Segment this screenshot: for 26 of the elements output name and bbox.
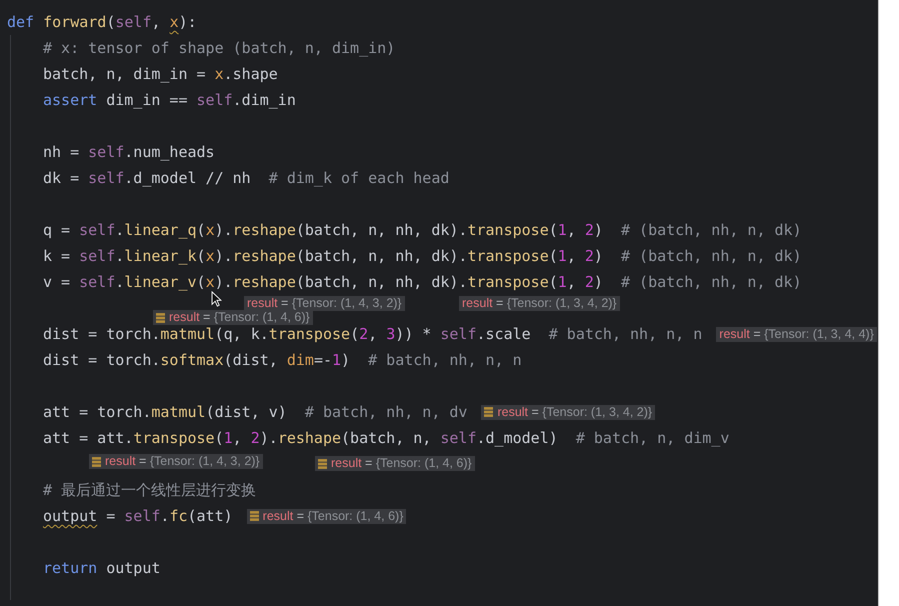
hint-text: result = {Tensor: (1, 4, 3, 2)} (247, 296, 402, 311)
code-editor[interactable] (0, 0, 878, 606)
hint-text: result = {Tensor: (1, 3, 4, 4)} (719, 326, 874, 342)
code-line: output = self.fc(att) (43, 507, 233, 525)
code-line: nh = self.num_heads (43, 143, 215, 161)
hint-text: result = {Tensor: (1, 4, 6)} (169, 310, 310, 325)
code-line: dist = torch.softmax(dist, dim=-1) # batch, nh, n, n (43, 351, 522, 369)
mouse-pointer-icon (211, 291, 222, 307)
hint-text: result = {Tensor: (1, 3, 4, 2)} (497, 404, 652, 420)
code-line: dist = torch.matmul(q, k.transpose(2, 3)) * self.scale # batch, nh, n, n (43, 325, 702, 343)
code-line: dk = self.d_model // nh # dim_k of each head (43, 169, 450, 187)
code-line: # x: tensor of shape (batch, n, dim_in) (43, 39, 396, 57)
code-line: # 最后通过一个线性层进行变换 (43, 481, 256, 499)
code-line: k = self.linear_k(x).reshape(batch, n, nh, dk).transpose(1, 2) # (batch, nh, n, dk) (43, 247, 802, 265)
hint-text: result = {Tensor: (1, 3, 4, 2)} (462, 296, 617, 311)
code-line: return output (43, 559, 160, 577)
code-line: att = att.transpose(1, 2).reshape(batch, n, self.d_model) # batch, n, dim_v (43, 429, 730, 447)
code-line: def forward(self, x): (7, 13, 197, 31)
code-line: assert dim_in == self.dim_in (43, 91, 296, 109)
hint-text: result = {Tensor: (1, 4, 3, 2)} (105, 454, 260, 469)
code-line: batch, n, dim_in = x.shape (43, 65, 278, 83)
code-line: att = torch.matmul(dist, v) # batch, nh, n, dv (43, 403, 468, 421)
code-line: q = self.linear_q(x).reshape(batch, n, nh, dk).transpose(1, 2) # (batch, nh, n, dk) (43, 221, 802, 239)
hint-text: result = {Tensor: (1, 4, 6)} (331, 456, 472, 471)
hint-text: result = {Tensor: (1, 4, 6)} (262, 508, 404, 524)
code-line: v = self.linear_v(x).reshape(batch, n, nh, dk).transpose(1, 2) # (batch, nh, n, dk) (43, 273, 802, 291)
